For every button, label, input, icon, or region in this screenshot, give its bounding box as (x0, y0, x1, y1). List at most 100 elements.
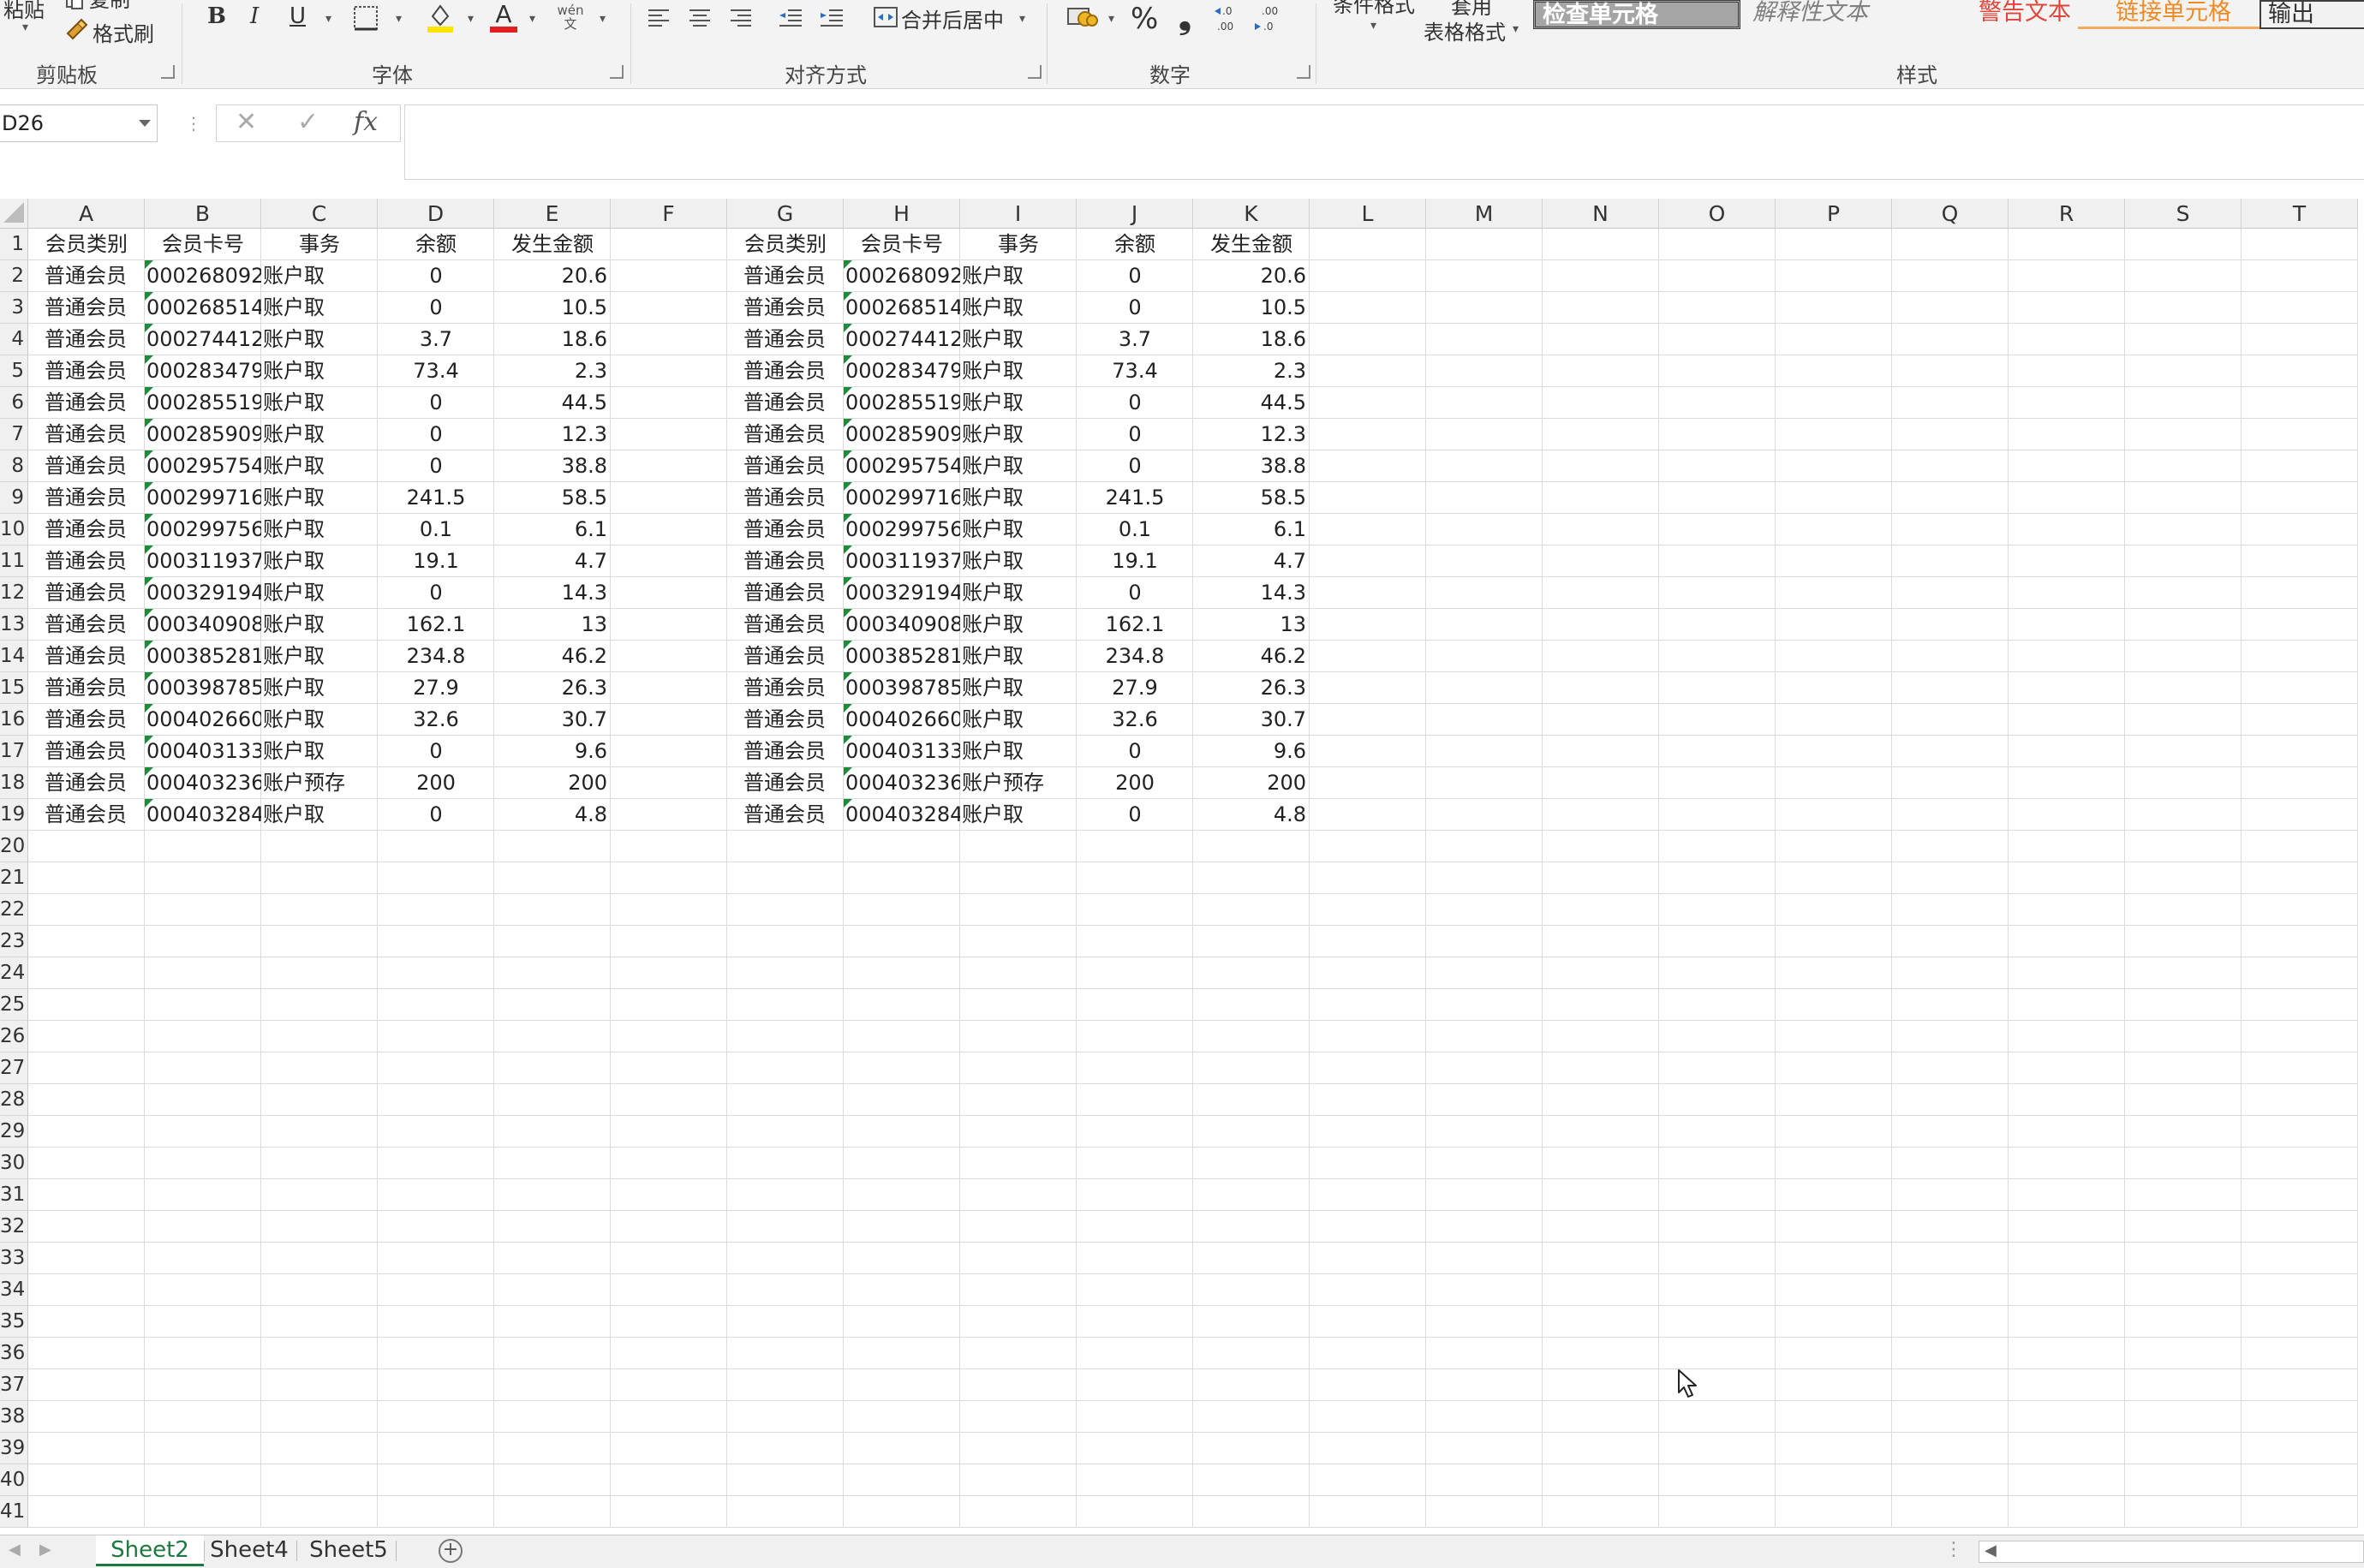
column-header-n[interactable]: N (1543, 199, 1659, 229)
copy-button[interactable]: 复制 (89, 0, 130, 13)
column-header-q[interactable]: Q (1892, 199, 2009, 229)
balance-cell-right[interactable]: 73.4 (1077, 355, 1193, 387)
transaction-cell-left[interactable]: 账户取 (261, 514, 378, 546)
table-format-dropdown-icon[interactable]: ▾ (1513, 22, 1519, 36)
transaction-cell-left[interactable]: 账户取 (261, 577, 378, 609)
conditional-format-button[interactable]: 条件格式 (1333, 0, 1415, 18)
balance-cell-left[interactable]: 73.4 (378, 355, 494, 387)
row-header[interactable]: 8 (0, 450, 28, 482)
balance-cell-right[interactable]: 0 (1077, 577, 1193, 609)
amount-cell-left[interactable]: 38.8 (494, 450, 611, 482)
row-header[interactable]: 5 (0, 355, 28, 387)
amount-cell-left[interactable]: 14.3 (494, 577, 611, 609)
row-header[interactable]: 15 (0, 672, 28, 704)
row-header[interactable]: 41 (0, 1496, 28, 1528)
column-header-a[interactable]: A (28, 199, 145, 229)
column-header-r[interactable]: R (2009, 199, 2125, 229)
member-type-cell-left[interactable]: 普通会员 (28, 577, 143, 609)
balance-cell-left[interactable]: 241.5 (378, 482, 494, 514)
transaction-cell-right[interactable]: 账户取 (960, 324, 1077, 355)
card-number-cell-left[interactable]: 000285519 (145, 387, 261, 419)
border-dropdown-icon[interactable]: ▾ (396, 12, 402, 26)
balance-cell-left[interactable]: 0 (378, 419, 494, 450)
row-header[interactable]: 24 (0, 957, 28, 989)
name-box-dropdown-icon[interactable] (139, 120, 151, 127)
transaction-cell-right[interactable]: 账户取 (960, 260, 1077, 292)
member-type-cell-right[interactable]: 普通会员 (727, 799, 842, 831)
amount-cell-right[interactable]: 14.3 (1193, 577, 1310, 609)
header-cell-left[interactable]: 事务 (261, 229, 378, 260)
balance-cell-left[interactable]: 0.1 (378, 514, 494, 546)
card-number-cell-left[interactable]: 000329194 (145, 577, 261, 609)
balance-cell-right[interactable]: 0 (1077, 292, 1193, 324)
row-header[interactable]: 36 (0, 1338, 28, 1369)
card-number-cell-right[interactable]: 000403236 (844, 767, 960, 799)
style-explanatory[interactable]: 解释性文本 (1722, 0, 1910, 29)
column-header-p[interactable]: P (1776, 199, 1892, 229)
row-header[interactable]: 4 (0, 324, 28, 355)
balance-cell-right[interactable]: 0 (1077, 387, 1193, 419)
amount-cell-left[interactable]: 10.5 (494, 292, 611, 324)
amount-cell-right[interactable]: 4.8 (1193, 799, 1310, 831)
header-cell-left[interactable]: 会员卡号 (145, 229, 261, 260)
transaction-cell-left[interactable]: 账户取 (261, 704, 378, 736)
amount-cell-right[interactable]: 26.3 (1193, 672, 1310, 704)
transaction-cell-right[interactable]: 账户取 (960, 292, 1077, 324)
transaction-cell-right[interactable]: 账户取 (960, 450, 1077, 482)
member-type-cell-right[interactable]: 普通会员 (727, 419, 842, 450)
header-cell-right[interactable]: 余额 (1077, 229, 1193, 260)
header-cell-left[interactable]: 发生金额 (494, 229, 611, 260)
card-number-cell-right[interactable]: 000274412 (844, 324, 960, 355)
font-color-dropdown-icon[interactable]: ▾ (529, 12, 535, 26)
alignment-launcher-icon[interactable] (1028, 65, 1042, 79)
card-number-cell-right[interactable]: 000329194 (844, 577, 960, 609)
row-header[interactable]: 25 (0, 989, 28, 1021)
paste-dropdown-icon[interactable]: ▾ (22, 21, 28, 34)
column-header-l[interactable]: L (1310, 199, 1426, 229)
column-header-j[interactable]: J (1077, 199, 1193, 229)
card-number-cell-right[interactable]: 000283479 (844, 355, 960, 387)
card-number-cell-left[interactable]: 000299716 (145, 482, 261, 514)
member-type-cell-left[interactable]: 普通会员 (28, 799, 143, 831)
clipboard-launcher-icon[interactable] (161, 65, 175, 79)
member-type-cell-left[interactable]: 普通会员 (28, 514, 143, 546)
row-header[interactable]: 21 (0, 862, 28, 894)
amount-cell-right[interactable]: 44.5 (1193, 387, 1310, 419)
accounting-dropdown-icon[interactable]: ▾ (1108, 12, 1114, 26)
row-header[interactable]: 10 (0, 514, 28, 546)
balance-cell-left[interactable]: 0 (378, 387, 494, 419)
column-header-e[interactable]: E (494, 199, 611, 229)
balance-cell-left[interactable]: 234.8 (378, 641, 494, 672)
member-type-cell-left[interactable]: 普通会员 (28, 450, 143, 482)
amount-cell-right[interactable]: 46.2 (1193, 641, 1310, 672)
column-header-b[interactable]: B (145, 199, 261, 229)
column-header-d[interactable]: D (378, 199, 494, 229)
amount-cell-right[interactable]: 18.6 (1193, 324, 1310, 355)
row-header[interactable]: 31 (0, 1179, 28, 1211)
card-number-cell-left[interactable]: 000268092 (145, 260, 261, 292)
member-type-cell-left[interactable]: 普通会员 (28, 546, 143, 577)
card-number-cell-left[interactable]: 000340908 (145, 609, 261, 641)
transaction-cell-right[interactable]: 账户取 (960, 704, 1077, 736)
member-type-cell-left[interactable]: 普通会员 (28, 704, 143, 736)
transaction-cell-left[interactable]: 账户取 (261, 355, 378, 387)
scroll-next-sheet-icon[interactable]: ▶ (39, 1541, 51, 1559)
scroll-left-icon[interactable]: ◀ (1985, 1541, 1997, 1559)
transaction-cell-right[interactable]: 账户取 (960, 546, 1077, 577)
balance-cell-right[interactable]: 32.6 (1077, 704, 1193, 736)
member-type-cell-right[interactable]: 普通会员 (727, 355, 842, 387)
row-header[interactable]: 19 (0, 799, 28, 831)
column-header-c[interactable]: C (261, 199, 378, 229)
member-type-cell-right[interactable]: 普通会员 (727, 324, 842, 355)
card-number-cell-left[interactable]: 000311937 (145, 546, 261, 577)
row-header[interactable]: 23 (0, 926, 28, 957)
row-header[interactable]: 13 (0, 609, 28, 641)
amount-cell-right[interactable]: 10.5 (1193, 292, 1310, 324)
confirm-edit-icon[interactable]: ✓ (297, 107, 319, 137)
scroll-first-sheet-icon[interactable]: ◀ (9, 1541, 21, 1559)
card-number-cell-right[interactable]: 000385281 (844, 641, 960, 672)
row-header[interactable]: 39 (0, 1433, 28, 1464)
balance-cell-right[interactable]: 241.5 (1077, 482, 1193, 514)
column-header-i[interactable]: I (960, 199, 1077, 229)
align-right-icon[interactable] (728, 5, 754, 31)
